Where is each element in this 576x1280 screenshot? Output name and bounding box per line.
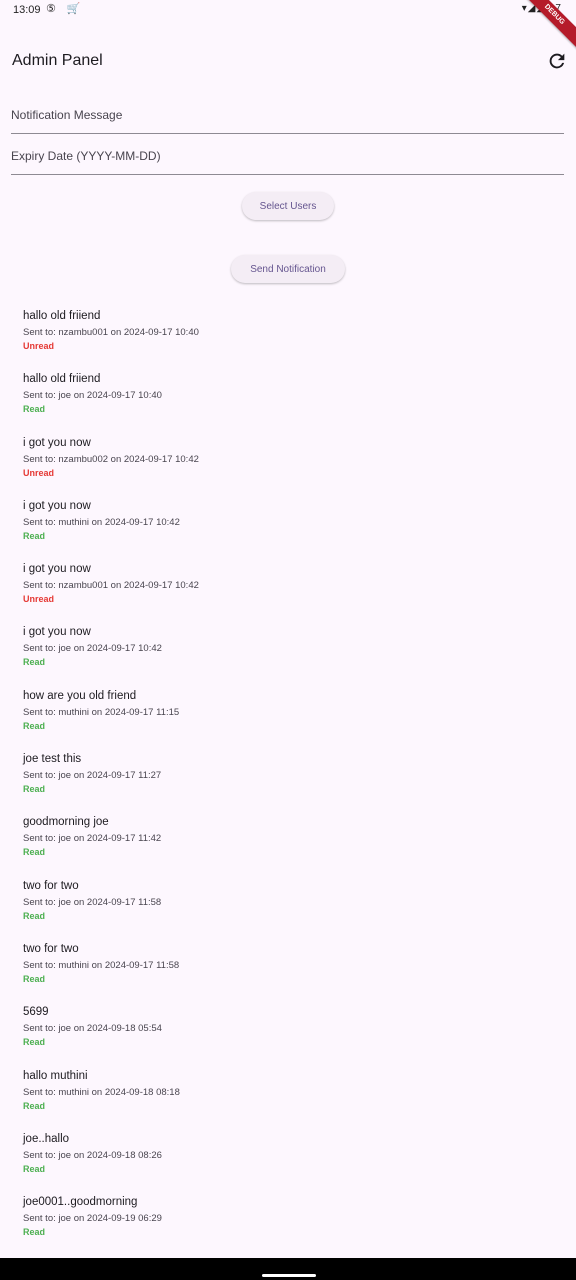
notification-message: hallo old friiend [23,373,101,386]
list-item[interactable]: joe0001..goodmorning Sent to: joe on 202… [23,1195,563,1258]
notification-message: i got you now [23,563,91,576]
refresh-icon[interactable] [546,50,568,72]
status-badge: Read [23,1163,46,1174]
notification-recipient: Sent to: joe on 2024-09-17 10:42 [23,643,162,655]
notification-message: joe test this [23,753,82,766]
message-field[interactable] [11,97,564,134]
status-badge: Read [23,657,46,668]
status-badge: Read [23,530,46,541]
list-item[interactable]: hallo muthini Sent to: muthini on 2024-0… [23,1069,563,1132]
list-item[interactable]: i got you now Sent to: nzambu002 on 2024… [23,436,563,499]
notification-recipient: Sent to: joe on 2024-09-17 11:42 [23,833,162,845]
app-bar: Admin Panel [0,38,576,86]
notification-recipient: Sent to: muthini on 2024-09-17 11:58 [23,959,180,971]
list-item[interactable]: 5699 Sent to: joe on 2024-09-18 05:54 Re… [23,1005,563,1068]
notification-message: two for two [23,942,79,955]
notification-icons: ⑤ 🛒 [46,3,85,15]
home-handle[interactable] [262,1274,316,1277]
status-badge: Read [23,720,46,731]
list-item[interactable]: two for two Sent to: joe on 2024-09-17 1… [23,879,563,942]
list-item[interactable]: hallo old friiend Sent to: nzambu001 on … [23,309,563,372]
notification-message: goodmorning joe [23,816,109,829]
notification-list: hallo old friiend Sent to: nzambu001 on … [23,309,563,1258]
status-badge: Unread [23,594,55,605]
status-badge: Read [23,784,46,795]
notification-recipient: Sent to: joe on 2024-09-18 05:54 [23,1023,162,1035]
list-item[interactable]: two for two Sent to: muthini on 2024-09-… [23,942,563,1005]
page-title: Admin Panel [12,52,103,69]
notification-recipient: Sent to: joe on 2024-09-17 11:58 [23,896,162,908]
list-item[interactable]: i got you now Sent to: muthini on 2024-0… [23,499,563,562]
notification-message: how are you old friend [23,689,137,702]
notification-recipient: Sent to: joe on 2024-09-17 10:40 [23,390,162,402]
message-input[interactable] [11,97,564,133]
notification-recipient: Sent to: muthini on 2024-09-17 11:15 [23,706,180,718]
notification-recipient: Sent to: joe on 2024-09-18 08:26 [23,1149,162,1161]
notification-message: joe0001..goodmorning [23,1196,138,1209]
select-users-button[interactable]: Select Users [242,192,334,220]
notification-message: hallo old friiend [23,310,101,322]
status-badge: Read [23,847,46,858]
notification-recipient: Sent to: nzambu002 on 2024-09-17 10:42 [23,453,199,465]
notification-recipient: Sent to: nzambu001 on 2024-09-17 10:40 [23,327,199,338]
system-nav-bar [0,1258,576,1280]
status-badge: Read [23,973,46,984]
notification-message: two for two [23,879,79,892]
list-item[interactable]: joe..hallo Sent to: joe on 2024-09-18 08… [23,1132,563,1195]
status-badge: Read [23,1037,46,1048]
status-badge: Read [23,910,46,921]
list-item[interactable]: goodmorning joe Sent to: joe on 2024-09-… [23,815,563,878]
notification-message: 5699 [23,1006,49,1019]
send-notification-button[interactable]: Send Notification [231,255,345,283]
status-badge: Read [23,1227,46,1238]
status-badge: Read [23,404,46,415]
expiry-date-field[interactable] [11,138,564,175]
notification-message: i got you now [23,626,91,639]
notification-message: i got you now [23,436,91,449]
notification-recipient: Sent to: nzambu001 on 2024-09-17 10:42 [23,580,199,592]
status-time: 13:09 [13,4,41,16]
list-item[interactable]: hallo old friiend Sent to: joe on 2024-0… [23,372,563,435]
status-bar: 13:09 ⑤ 🛒 ▾◢◢ ▮7 [0,0,576,22]
notification-recipient: Sent to: muthini on 2024-09-17 10:42 [23,516,180,528]
expiry-date-input[interactable] [11,138,564,174]
status-badge: Unread [23,341,55,351]
notification-recipient: Sent to: joe on 2024-09-17 11:27 [23,770,162,782]
status-badge: Read [23,1100,46,1111]
list-item[interactable]: how are you old friend Sent to: muthini … [23,689,563,752]
notification-recipient: Sent to: joe on 2024-09-19 06:29 [23,1213,162,1225]
list-item[interactable]: i got you now Sent to: nzambu001 on 2024… [23,562,563,625]
list-item[interactable]: joe test this Sent to: joe on 2024-09-17… [23,752,563,815]
notification-message: joe..hallo [23,1132,70,1145]
list-item[interactable]: i got you now Sent to: joe on 2024-09-17… [23,625,563,688]
notification-message: i got you now [23,499,91,512]
notification-message: hallo muthini [23,1069,88,1082]
notification-recipient: Sent to: muthini on 2024-09-18 08:18 [23,1086,180,1098]
status-badge: Unread [23,467,55,478]
